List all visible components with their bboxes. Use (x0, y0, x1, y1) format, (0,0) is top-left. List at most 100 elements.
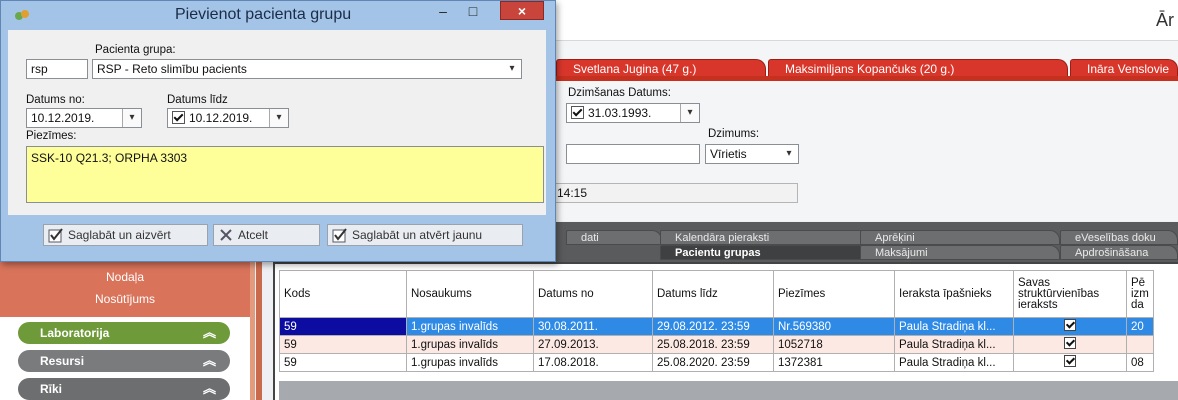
cell-datums-no: 17.08.2018. (533, 353, 653, 372)
group-code-value: rsp (31, 62, 48, 76)
cell-kods: 59 (279, 317, 407, 336)
cell-piezimes: 1372381 (773, 353, 895, 372)
cell-datums-lidz: 29.08.2012. 23:59 (652, 317, 774, 336)
cell-nosaukums: 1.grupas invalīds (406, 335, 534, 354)
birth-date-value: 31.03.1993. (588, 106, 652, 120)
patient-groups-table: Kods Nosaukums Datums no Datums līdz Pie… (279, 270, 1154, 372)
tab-apdrosinasana[interactable]: Apdrošināšana (1060, 245, 1178, 260)
cell-nosaukums: 1.grupas invalīds (406, 353, 534, 372)
checkbox-checked-icon[interactable] (1064, 355, 1076, 367)
dialog-title: Pievienot pacienta grupu (175, 6, 352, 23)
sidebar-section-label: Rīki (40, 382, 63, 396)
tab-maksajumi[interactable]: Maksājumi (860, 245, 1060, 260)
tab-dati[interactable]: dati (566, 230, 662, 245)
chevron-down-icon[interactable]: ▾ (503, 60, 521, 78)
chevron-up-icon: ︽ (202, 325, 216, 340)
sidebar-link-nodala[interactable]: Nodaļa (0, 270, 250, 284)
col-datums-no[interactable]: Datums no (533, 270, 653, 318)
save-and-close-label: Saglabāt un aizvērt (68, 228, 171, 242)
table-header-row: Kods Nosaukums Datums no Datums līdz Pie… (279, 270, 1154, 318)
name-field[interactable] (566, 144, 700, 164)
cell-savas[interactable] (1013, 317, 1127, 336)
sidebar-link-nosutijums[interactable]: Nosūtījums (0, 292, 250, 306)
cell-ipasnieks: Paula Stradiņa kl... (894, 353, 1014, 372)
chevron-down-icon[interactable]: ▾ (780, 145, 798, 163)
table-row[interactable]: 59 1.grupas invalīds 27.09.2013. 25.08.2… (279, 335, 1154, 354)
minimize-button[interactable]: – (428, 1, 458, 21)
tab-eveselibas[interactable]: eVeselības doku (1060, 230, 1178, 245)
gender-label: Dzimums: (708, 128, 760, 140)
sidebar-section-label: Resursi (40, 354, 85, 368)
time-value: 14:15 (557, 186, 588, 200)
col-kods[interactable]: Kods (279, 270, 407, 318)
cell-ipasnieks: Paula Stradiņa kl... (894, 335, 1014, 354)
save-and-new-label: Saglabāt un atvērt jaunu (352, 228, 483, 242)
cell-ipasnieks: Paula Stradiņa kl... (894, 317, 1014, 336)
close-button[interactable]: × (500, 1, 544, 20)
notes-textarea[interactable]: SSK-10 Q21.3; ORPHA 3303 (26, 146, 544, 203)
app-logo-icon (15, 10, 29, 20)
cell-savas[interactable] (1013, 353, 1127, 372)
cancel-button[interactable]: Atcelt (213, 224, 320, 246)
gender-value: Vīrietis (710, 147, 747, 161)
chevron-down-icon[interactable]: ▾ (122, 109, 141, 127)
sidebar-top (0, 259, 250, 317)
col-datums-lidz[interactable]: Datums līdz (652, 270, 774, 318)
group-label: Pacienta grupa: (95, 44, 176, 56)
save-and-new-button[interactable]: Saglabāt un atvērt jaunu (327, 224, 523, 246)
group-select[interactable]: RSP - Reto slimību pacients ▾ (92, 59, 522, 79)
cell-datums-no: 30.08.2011. (533, 317, 653, 336)
cell-kods: 59 (279, 353, 407, 372)
date-from-label: Datums no: (26, 94, 85, 106)
gender-select[interactable]: Vīrietis ▾ (705, 144, 799, 164)
col-ieraksta-ipasnieks[interactable]: Ieraksta īpašnieks (894, 270, 1014, 318)
sidebar-section-resursi[interactable]: Resursi ︽ (18, 350, 230, 372)
chevron-down-icon[interactable]: ▾ (269, 109, 288, 127)
cell-savas[interactable] (1013, 335, 1127, 354)
table-row[interactable]: 59 1.grupas invalīds 17.08.2018. 25.08.2… (279, 353, 1154, 372)
patient-tab-2[interactable]: Maksimiljans Kopančuks (20 g.) (768, 59, 1068, 77)
grid-empty-area (279, 381, 1178, 400)
cell-piezimes: 1052718 (773, 335, 895, 354)
checkbox-check-icon (332, 228, 347, 243)
notes-label: Piezīmes: (26, 130, 77, 142)
save-and-close-button[interactable]: Saglabāt un aizvērt (43, 224, 208, 246)
date-to-picker[interactable]: 10.12.2019. ▾ (167, 108, 289, 128)
sidebar-section-riki[interactable]: Rīki ︽ (18, 378, 230, 400)
col-piezimes[interactable]: Piezīmes (773, 270, 895, 318)
patient-tab-1[interactable]: Svetlana Jugina (47 g.) (556, 59, 766, 77)
tab-kalendara-pieraksti[interactable]: Kalendāra pieraksti (660, 230, 870, 245)
maximize-button[interactable]: □ (458, 1, 488, 21)
chevron-up-icon: ︽ (202, 381, 216, 396)
table-row[interactable]: 59 1.grupas invalīds 30.08.2011. 29.08.2… (279, 317, 1154, 336)
app-title: Ār (1156, 10, 1174, 30)
patient-tab-3[interactable]: Ināra Venslovie (1070, 59, 1178, 77)
chevron-down-icon[interactable]: ▾ (680, 104, 699, 122)
cell-kods: 59 (279, 335, 407, 354)
cell-piezimes: Nr.569380 (773, 317, 895, 336)
tab-aprekini[interactable]: Aprēķini (860, 230, 1060, 245)
date-to-value: 10.12.2019. (189, 111, 253, 125)
date-to-label: Datums līdz (167, 94, 228, 106)
cancel-x-icon (220, 229, 232, 241)
date-from-picker[interactable]: 10.12.2019. ▾ (26, 108, 142, 128)
cell-extra (1126, 335, 1154, 354)
group-code-input[interactable]: rsp (26, 59, 88, 79)
col-nosaukums[interactable]: Nosaukums (406, 270, 534, 318)
cell-nosaukums: 1.grupas invalīds (406, 317, 534, 336)
cancel-label: Atcelt (238, 228, 269, 242)
cell-extra: 20 (1126, 317, 1154, 336)
birth-date-label: Dzimšanas Datums: (568, 87, 671, 99)
checkbox-checked-icon[interactable] (1064, 319, 1076, 331)
checkbox-checked-icon[interactable] (1064, 337, 1076, 349)
col-extra[interactable]: Pē izm da (1126, 270, 1154, 318)
col-savas-strukturvienibas[interactable]: Savas struktūrvienības ieraksts (1013, 270, 1127, 318)
cell-datums-lidz: 25.08.2018. 23:59 (652, 335, 774, 354)
cell-datums-lidz: 25.08.2020. 23:59 (652, 353, 774, 372)
birth-date-checkbox[interactable] (571, 106, 584, 119)
date-to-checkbox[interactable] (172, 111, 185, 124)
tab-pacientu-grupas[interactable]: Pacientu grupas (660, 245, 870, 260)
birth-date-field[interactable]: 31.03.1993. ▾ (566, 103, 700, 123)
sidebar-section-laboratorija[interactable]: Laboratorija ︽ (18, 322, 230, 344)
date-from-value: 10.12.2019. (31, 111, 95, 125)
